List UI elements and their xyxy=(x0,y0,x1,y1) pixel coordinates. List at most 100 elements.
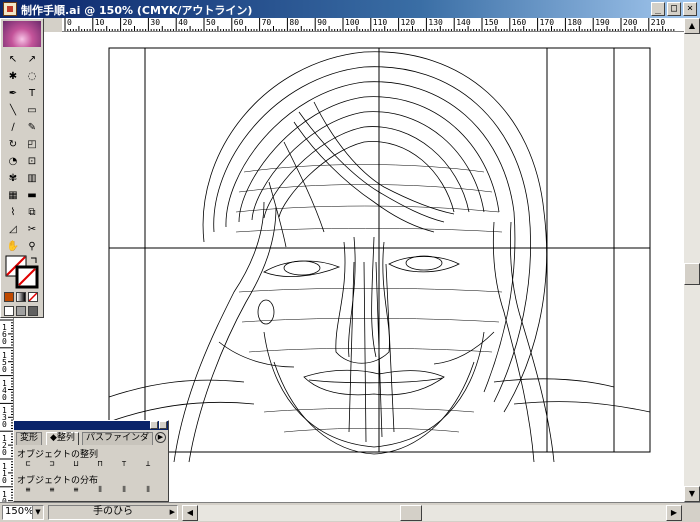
align-button-4-icon[interactable]: ⊓ xyxy=(92,457,108,471)
type-icon[interactable]: T xyxy=(23,85,41,102)
ruler-label: 10 xyxy=(94,18,105,27)
rectangle-icon[interactable]: ▭ xyxy=(23,102,41,119)
warp-icon[interactable]: ◔ xyxy=(4,153,22,170)
graph-icon[interactable]: ▥ xyxy=(23,170,41,187)
vertical-scroll-thumb[interactable] xyxy=(684,263,700,285)
tools-palette: ↖ ↗ ✱ ◌ ✒ T ╲ ▭ ∕ ✎ ↻ ◰ ◔ ⊡ ✾ ▥ ▦ ▬ ⌇ ⧉ ◿ ✂ ✋ ⚲ xyxy=(0,18,44,318)
current-tool-label: 手のひら xyxy=(93,506,133,517)
line-icon[interactable]: ╲ xyxy=(4,102,22,119)
paintbrush-icon[interactable]: ∕ xyxy=(4,119,22,136)
eyedropper-icon[interactable]: ⌇ xyxy=(4,204,22,221)
gradient-icon[interactable]: ▬ xyxy=(23,187,41,204)
rotate-icon[interactable]: ↻ xyxy=(4,136,22,153)
full-screen-menu-mode-icon[interactable] xyxy=(16,306,26,316)
zoom-icon[interactable]: ⚲ xyxy=(23,238,41,255)
tab-align[interactable]: ◆整列 xyxy=(46,432,79,445)
tab-transform[interactable]: 変形 xyxy=(16,432,43,445)
none-button[interactable] xyxy=(28,292,38,302)
ruler-label: 100 xyxy=(345,18,360,27)
horizontal-scroll-thumb[interactable] xyxy=(400,505,422,521)
ruler-label: 160 xyxy=(511,18,527,27)
full-screen-mode-icon[interactable] xyxy=(28,306,38,316)
horizontal-scrollbar[interactable]: ◀ ▶ xyxy=(182,505,682,521)
ruler-label: 210 xyxy=(650,18,666,27)
ruler-label: 130 xyxy=(2,406,7,430)
scissors-icon[interactable]: ✂ xyxy=(23,221,41,238)
align-button-6-icon[interactable]: ⊥ xyxy=(140,457,156,471)
gradient-button[interactable] xyxy=(16,292,26,302)
minimize-button[interactable]: _ xyxy=(651,2,665,16)
align-button-5-icon[interactable]: ⊤ xyxy=(116,457,132,471)
document-icon[interactable] xyxy=(3,2,17,16)
symbol-sprayer-icon[interactable]: ✾ xyxy=(4,170,22,187)
slice-icon[interactable]: ◿ xyxy=(4,221,22,238)
ruler-label: 20 xyxy=(122,18,133,27)
ruler-label: 120 xyxy=(400,18,416,27)
maximize-button[interactable]: □ xyxy=(667,2,681,16)
align-button-3-icon[interactable]: ⊔ xyxy=(68,457,84,471)
zoom-dropdown-icon[interactable]: ▼ xyxy=(32,506,43,519)
hand-icon[interactable]: ✋ xyxy=(4,238,22,255)
vertical-scrollbar[interactable]: ▲ ▼ xyxy=(684,18,700,502)
align-button-1-icon[interactable]: ⊏ xyxy=(20,457,36,471)
fill-stroke-swatch[interactable] xyxy=(5,255,39,289)
ruler-label: 150 xyxy=(2,350,7,374)
palette-close-button[interactable] xyxy=(159,421,167,429)
illustrator-logo[interactable] xyxy=(3,21,41,47)
scroll-right-arrow-icon[interactable]: ▶ xyxy=(666,505,682,521)
lasso-icon[interactable]: ◌ xyxy=(23,68,41,85)
distribute-button-3-icon[interactable]: ≡ xyxy=(68,483,84,497)
zoom-level-field[interactable]: 150% ▼ xyxy=(2,505,44,520)
standard-screen-mode-icon[interactable] xyxy=(4,306,14,316)
scroll-up-arrow-icon[interactable]: ▲ xyxy=(684,18,700,34)
status-menu-icon[interactable]: ▶ xyxy=(170,506,175,518)
ruler-label: 200 xyxy=(623,18,638,27)
mesh-icon[interactable]: ▦ xyxy=(4,187,22,204)
arrow-icon[interactable]: ↖ xyxy=(4,51,22,68)
distribute-button-2-icon[interactable]: ≡ xyxy=(44,483,60,497)
close-button[interactable]: × xyxy=(683,2,697,16)
free-transform-icon[interactable]: ⊡ xyxy=(23,153,41,170)
color-mode-buttons xyxy=(4,292,40,302)
palette-title-bar[interactable] xyxy=(14,421,168,430)
ruler-label: 170 xyxy=(539,18,555,27)
align-button-2-icon[interactable]: ⊐ xyxy=(44,457,60,471)
ruler-label: 70 xyxy=(261,18,272,27)
pen-icon[interactable]: ✒ xyxy=(4,85,22,102)
magic-wand-icon[interactable]: ✱ xyxy=(4,68,22,85)
ruler-label: 180 xyxy=(567,18,582,27)
direct-select-icon[interactable]: ↗ xyxy=(23,51,41,68)
title-bar[interactable]: 制作手順.ai @ 150% (CMYK/アウトライン) _ □ × xyxy=(0,0,700,18)
distribute-button-4-icon[interactable]: ⫴ xyxy=(92,483,108,497)
ruler-label: 120 xyxy=(2,434,7,458)
ruler-label: 110 xyxy=(2,462,7,485)
ruler-label: 110 xyxy=(372,18,388,27)
color-button[interactable] xyxy=(4,292,14,302)
ruler-label: 140 xyxy=(2,378,7,402)
ruler-label: 30 xyxy=(150,18,161,27)
ruler-label: 140 xyxy=(456,18,471,27)
palette-minimize-button[interactable] xyxy=(150,421,158,429)
scroll-left-arrow-icon[interactable]: ◀ xyxy=(182,505,198,521)
palette-menu-icon[interactable]: ▶ xyxy=(155,432,166,443)
scroll-down-arrow-icon[interactable]: ▼ xyxy=(684,486,700,502)
ruler-label: 160 xyxy=(2,323,7,346)
distribute-button-5-icon[interactable]: ⫴ xyxy=(116,483,132,497)
ruler-label: 130 xyxy=(428,18,443,27)
scale-icon[interactable]: ◰ xyxy=(23,136,41,153)
distribute-button-6-icon[interactable]: ⫴ xyxy=(140,483,156,497)
pencil-icon[interactable]: ✎ xyxy=(23,119,41,136)
align-palette: 変形 ◆整列 パスファインダ ▶ オブジェクトの整列 ⊏ ⊐ ⊔ ⊓ ⊤ ⊥ オブジェクト… xyxy=(13,420,169,502)
horizontal-ruler[interactable]: 0 10 20 30 40 50 60 70 80 90 100 110 120 130 140 150 160… xyxy=(62,18,684,32)
ruler-label: 90 xyxy=(317,18,327,27)
illustrator-window: 制作手順.ai @ 150% (CMYK/アウトライン) _ □ × 0 10 20… xyxy=(0,0,700,522)
ruler-label: 60 xyxy=(233,18,244,27)
tab-pathfinder[interactable]: パスファインダ xyxy=(82,432,154,445)
distribute-button-1-icon[interactable]: ≡ xyxy=(20,483,36,497)
screen-mode-buttons xyxy=(4,306,40,316)
blend-icon[interactable]: ⧉ xyxy=(23,204,41,221)
ruler-label: 40 xyxy=(178,18,188,27)
status-tool-field[interactable]: 手のひら ▶ xyxy=(48,505,178,520)
zoom-level-value: 150% xyxy=(5,506,34,517)
ruler-label: 100 xyxy=(2,489,7,502)
